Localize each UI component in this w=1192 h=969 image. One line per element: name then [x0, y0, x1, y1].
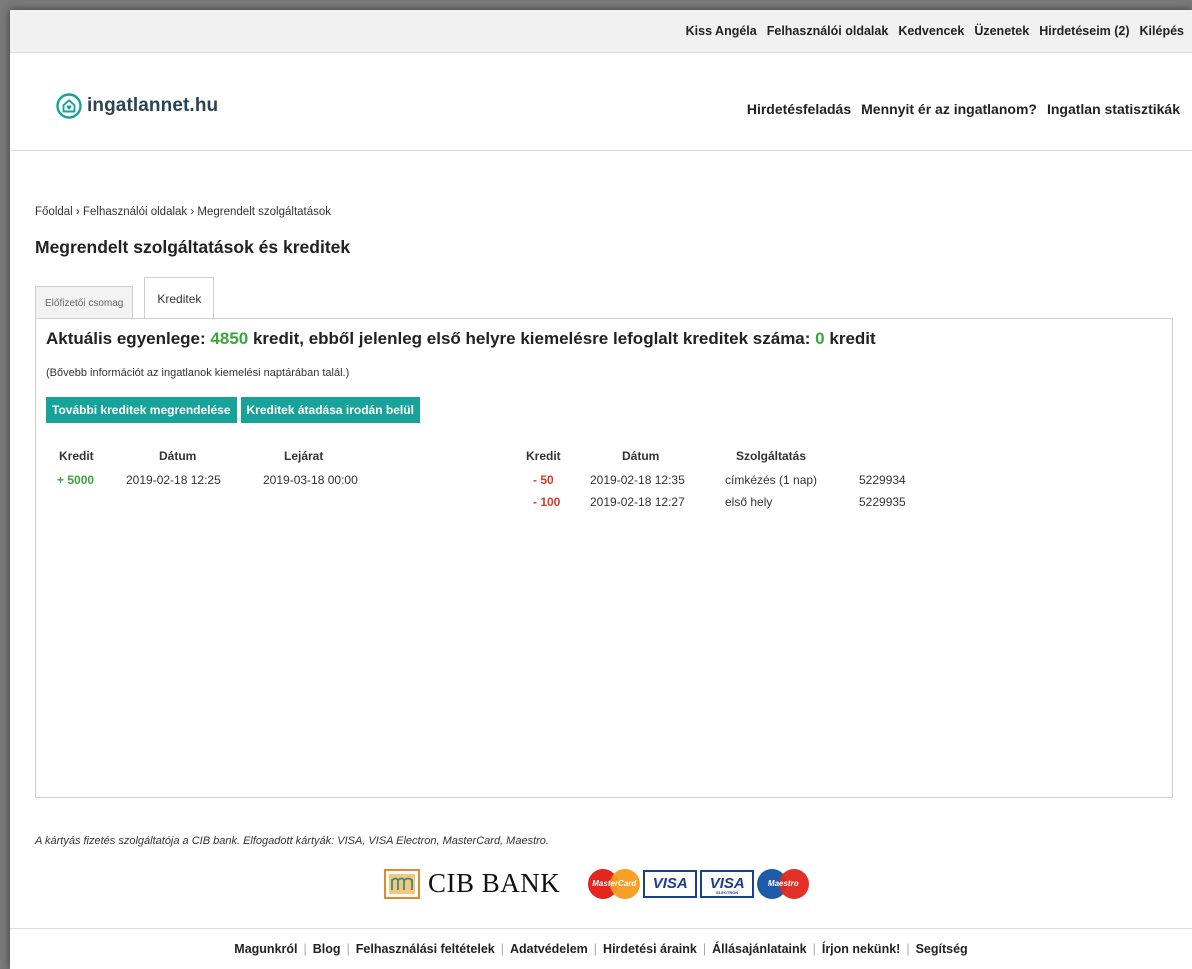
logout-link[interactable]: Kilépés	[1140, 24, 1184, 38]
post-ad-link[interactable]: Hirdetésfeladás	[747, 101, 851, 117]
site-footer: Magunkról | Blog | Felhasználási feltétele…	[10, 928, 1192, 969]
breadcrumb-current: Megrendelt szolgáltatások	[197, 206, 332, 218]
site-logo[interactable]: ingatlannet.hu	[56, 93, 218, 119]
breadcrumb-separator: ›	[190, 206, 195, 218]
breadcrumb-user-pages[interactable]: Felhasználói oldalak	[83, 206, 187, 218]
breadcrumb-separator: ›	[75, 206, 80, 218]
footer-separator: |	[346, 942, 350, 956]
column-header-credit: Kredit	[59, 449, 94, 463]
credit-out-ad-id[interactable]: 5229935	[859, 495, 906, 509]
breadcrumb-home[interactable]: Főoldal	[35, 206, 73, 218]
browser-page: Kiss Angéla Felhasználói oldalak Kedvenc…	[10, 10, 1192, 969]
page-title: Megrendelt szolgáltatások és kreditek	[35, 237, 351, 257]
action-buttons: További kreditek megrendelése Kreditek á…	[46, 397, 424, 423]
breadcrumb: Főoldal › Felhasználói oldalak › Megrend…	[35, 206, 331, 218]
credits-in-table: Kredit Dátum Lejárat + 5000 2019-02-18 1…	[36, 443, 516, 523]
credit-out-service: első hely	[725, 495, 773, 509]
credits-panel: Aktuális egyenlege: 4850 kredit, ebből j…	[35, 318, 1173, 798]
credit-out-service: címkézés (1 nap)	[725, 473, 818, 487]
footer-help-link[interactable]: Segítség	[916, 942, 968, 956]
favorites-link[interactable]: Kedvencek	[898, 24, 964, 38]
column-header-date: Dátum	[159, 449, 197, 463]
balance-middle: kredit, ebből jelenleg első helyre kieme…	[252, 329, 811, 348]
mastercard-icon: MasterCard	[588, 868, 641, 899]
transfer-credits-button[interactable]: Kreditek átadása irodán belül	[240, 397, 420, 423]
footer-about-link[interactable]: Magunkról	[234, 942, 297, 956]
messages-link[interactable]: Üzenetek	[974, 24, 1029, 38]
footer-separator: |	[303, 942, 307, 956]
tab-bar: Előfizetői csomag Kreditek	[35, 276, 225, 320]
cib-bank-icon	[384, 868, 420, 899]
footer-blog-link[interactable]: Blog	[313, 942, 341, 956]
visa-electron-icon: VISA ELECTRON	[700, 869, 755, 898]
column-header-credit: Kredit	[526, 449, 561, 463]
valuation-link[interactable]: Mennyit ér az ingatlanom?	[861, 101, 1037, 117]
credit-out-amount: - 100	[533, 495, 561, 509]
footer-separator: |	[500, 942, 504, 956]
footer-jobs-link[interactable]: Állásajánlataink	[712, 942, 807, 956]
credit-out-date: 2019-02-18 12:27	[590, 495, 685, 509]
credits-out-table: Kredit Dátum Szolgáltatás - 50 2019-02-1…	[516, 443, 956, 523]
maestro-icon: Maestro	[757, 868, 810, 899]
maestro-label: Maestro	[767, 878, 799, 888]
my-ads-link[interactable]: Hirdetéseim (2)	[1039, 24, 1129, 38]
tab-credits[interactable]: Kreditek	[144, 277, 215, 320]
credit-in-date: 2019-02-18 12:25	[126, 473, 221, 487]
footer-prices-link[interactable]: Hirdetési áraink	[603, 942, 697, 956]
credit-in-amount: + 5000	[57, 473, 95, 487]
reserved-amount: 0	[815, 329, 825, 348]
footer-privacy-link[interactable]: Adatvédelem	[510, 942, 588, 956]
footer-separator: |	[906, 942, 910, 956]
tab-subscription[interactable]: Előfizetői csomag	[35, 286, 134, 319]
payment-provider-note: A kártyás fizetés szolgáltatója a CIB ba…	[35, 835, 549, 847]
mastercard-label: MasterCard	[592, 878, 637, 888]
cib-bank-name: CIB BANK	[428, 868, 561, 898]
column-header-date: Dátum	[622, 449, 660, 463]
info-note: (Bővebb információt az ingatlanok kiemel…	[46, 367, 350, 379]
credit-out-amount: - 50	[533, 473, 554, 487]
balance-prefix: Aktuális egyenlege:	[46, 329, 206, 348]
bank-logos: CIB BANK MasterCard VISA VISA ELECTRON M…	[384, 868, 810, 899]
user-pages-link[interactable]: Felhasználói oldalak	[767, 24, 889, 38]
credit-in-expiry: 2019-03-18 00:00	[263, 473, 358, 487]
balance-suffix: kredit	[829, 329, 876, 348]
balance-amount: 4850	[210, 329, 249, 348]
main-nav: Hirdetésfeladás Mennyit ér az ingatlanom…	[737, 101, 1180, 117]
visa-icon: VISA	[643, 869, 698, 898]
user-name-link[interactable]: Kiss Angéla	[686, 24, 757, 38]
visa-label: VISA	[652, 875, 688, 892]
column-header-service: Szolgáltatás	[736, 449, 807, 463]
footer-separator: |	[593, 942, 598, 956]
statistics-link[interactable]: Ingatlan statisztikák	[1047, 101, 1180, 117]
order-credits-button[interactable]: További kreditek megrendelése	[46, 397, 237, 423]
footer-separator: |	[812, 942, 816, 956]
footer-contact-link[interactable]: Írjon nekünk!	[822, 942, 900, 956]
user-topbar: Kiss Angéla Felhasználói oldalak Kedvenc…	[10, 10, 1192, 53]
footer-separator: |	[702, 942, 707, 956]
logo-text: ingatlannet.hu	[87, 95, 219, 116]
house-heart-icon	[56, 93, 82, 119]
site-header: ingatlannet.hu Hirdetésfeladás Mennyit é…	[10, 53, 1192, 151]
footer-terms-link[interactable]: Felhasználási feltételek	[356, 942, 495, 956]
balance-summary: Aktuális egyenlege: 4850 kredit, ebből j…	[46, 329, 876, 349]
column-header-expiry: Lejárat	[284, 449, 324, 463]
credit-out-ad-id[interactable]: 5229934	[859, 473, 906, 487]
credit-out-date: 2019-02-18 12:35	[590, 473, 685, 487]
electron-sublabel: ELECTRON	[716, 889, 739, 895]
accepted-cards: MasterCard VISA VISA ELECTRON Maestro	[588, 868, 810, 899]
